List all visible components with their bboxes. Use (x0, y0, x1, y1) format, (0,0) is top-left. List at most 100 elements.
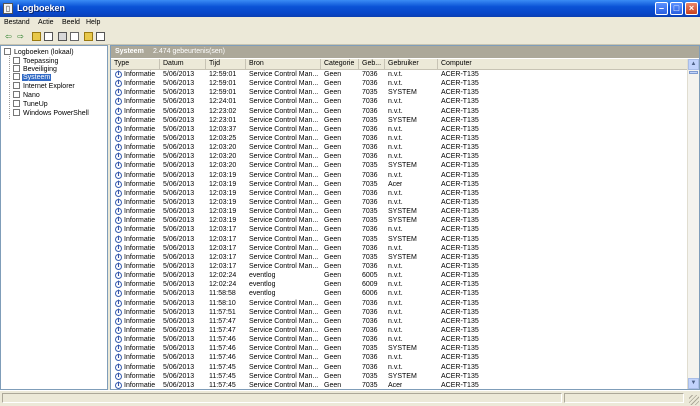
minimize-button[interactable]: – (655, 2, 668, 15)
close-button[interactable]: × (685, 2, 698, 15)
table-row[interactable]: i Informatie 5/06/2013 12:03:19 Service Cont… (111, 198, 689, 207)
show-hide-tree-icon[interactable] (44, 32, 53, 41)
cell-type: Informatie (124, 180, 156, 188)
panel-event-count: 2.474 gebeurtenis(sen) (153, 48, 225, 55)
cell-type: Informatie (124, 125, 156, 133)
forward-arrow-icon[interactable]: ⇨ (16, 32, 25, 41)
table-row[interactable]: i Informatie 5/06/2013 12:03:19 Service Cont… (111, 207, 689, 216)
title-bar[interactable]: ▯ Logboeken – □ × (0, 0, 700, 17)
information-icon: i (115, 153, 122, 161)
table-row[interactable]: i Informatie 5/06/2013 11:57:45 Service Cont… (111, 363, 689, 372)
table-row[interactable]: i Informatie 5/06/2013 12:03:17 Service Cont… (111, 253, 689, 262)
tree-root[interactable]: Logboeken (lokaal) (4, 48, 75, 57)
table-row[interactable]: i Informatie 5/06/2013 12:03:17 Service Cont… (111, 244, 689, 253)
tree-item-internet-explorer[interactable]: Internet Explorer (13, 82, 76, 91)
menu-actie[interactable]: Actie (38, 19, 54, 26)
table-row[interactable]: i Informatie 5/06/2013 12:02:24 eventlog Geen… (111, 280, 689, 289)
table-row[interactable]: i Informatie 5/06/2013 11:57:51 Service Cont… (111, 308, 689, 317)
table-row[interactable]: i Informatie 5/06/2013 12:03:19 Service Cont… (111, 216, 689, 225)
cell-type: Informatie (124, 89, 156, 97)
cell-tijd: 11:57:46 (209, 336, 236, 344)
cell-datum: 5/06/2013 (163, 235, 195, 243)
table-row[interactable]: i Informatie 5/06/2013 11:57:47 Service Cont… (111, 326, 689, 335)
tree-item-tuneup[interactable]: TuneUp (13, 100, 49, 109)
table-row[interactable]: i Informatie 5/06/2013 11:58:58 eventlog Geen… (111, 289, 689, 298)
table-row[interactable]: i Informatie 5/06/2013 11:57:45 Service Cont… (111, 372, 689, 381)
table-row[interactable]: i Informatie 5/06/2013 12:24:01 Service Cont… (111, 97, 689, 106)
table-row[interactable]: i Informatie 5/06/2013 12:03:19 Service Cont… (111, 180, 689, 189)
table-row[interactable]: i Informatie 5/06/2013 12:59:01 Service Cont… (111, 88, 689, 97)
resize-grip[interactable] (689, 395, 699, 405)
tree-item-systeem[interactable]: Systeem (13, 73, 52, 82)
log-icon (13, 57, 20, 64)
cell-computer: ACER-T135 (441, 262, 479, 270)
cell-bron: Service Control Man... (249, 80, 319, 88)
vertical-scrollbar[interactable]: ▲ ▼ (687, 59, 699, 389)
menu-beeld[interactable]: Beeld (62, 19, 80, 26)
up-folder-icon[interactable] (32, 32, 41, 41)
cell-event-id: 7035 (362, 235, 378, 243)
menu-bestand[interactable]: Bestand (4, 19, 30, 26)
table-row[interactable]: i Informatie 5/06/2013 11:57:46 Service Cont… (111, 344, 689, 353)
scroll-up-arrow-icon[interactable]: ▲ (688, 59, 699, 70)
cell-gebruiker: SYSTEM (388, 253, 417, 261)
column-header-type[interactable]: Type (111, 59, 160, 69)
table-row[interactable]: i Informatie 5/06/2013 12:03:37 Service Cont… (111, 125, 689, 134)
menu-help[interactable]: Help (86, 19, 100, 26)
cell-bron: Service Control Man... (249, 345, 319, 353)
cell-tijd: 11:57:47 (209, 326, 236, 334)
column-header-gebruiker[interactable]: Gebruiker (385, 59, 438, 69)
back-arrow-icon[interactable]: ⇦ (4, 32, 13, 41)
table-row[interactable]: i Informatie 5/06/2013 11:57:47 Service Cont… (111, 317, 689, 326)
cell-gebruiker: n.v.t. (388, 71, 403, 78)
table-row[interactable]: i Informatie 5/06/2013 12:23:02 Service Cont… (111, 107, 689, 116)
cell-type: Informatie (124, 354, 156, 362)
help-icon[interactable] (84, 32, 93, 41)
table-row[interactable]: i Informatie 5/06/2013 11:57:46 Service Cont… (111, 335, 689, 344)
table-row[interactable]: i Informatie 5/06/2013 12:03:19 Service Cont… (111, 171, 689, 180)
scroll-down-arrow-icon[interactable]: ▼ (688, 378, 699, 389)
table-row[interactable]: i Informatie 5/06/2013 12:03:19 Service Cont… (111, 189, 689, 198)
cell-bron: Service Control Man... (249, 235, 319, 243)
column-header-computer[interactable]: Computer (438, 59, 689, 69)
column-header-tijd[interactable]: Tijd (206, 59, 246, 69)
table-row[interactable]: i Informatie 5/06/2013 12:03:17 Service Cont… (111, 262, 689, 271)
column-header-bron[interactable]: Bron (246, 59, 321, 69)
cell-event-id: 7036 (362, 98, 378, 106)
cell-datum: 5/06/2013 (163, 317, 195, 325)
table-row[interactable]: i Informatie 5/06/2013 11:57:46 Service Cont… (111, 353, 689, 362)
scroll-thumb[interactable] (689, 71, 698, 74)
table-row[interactable]: i Informatie 5/06/2013 12:59:01 Service Cont… (111, 70, 689, 79)
table-row[interactable]: i Informatie 5/06/2013 12:03:17 Service Cont… (111, 225, 689, 234)
table-row[interactable]: i Informatie 5/06/2013 12:02:24 eventlog Geen… (111, 271, 689, 280)
export-list-icon[interactable] (58, 32, 67, 41)
maximize-button[interactable]: □ (670, 2, 683, 15)
tree-item-nano[interactable]: Nano (13, 91, 41, 100)
table-row[interactable]: i Informatie 5/06/2013 11:57:45 Service Cont… (111, 381, 689, 389)
cell-datum: 5/06/2013 (163, 116, 195, 124)
table-row[interactable]: i Informatie 5/06/2013 12:23:01 Service Cont… (111, 116, 689, 125)
properties-icon[interactable] (70, 32, 79, 41)
table-row[interactable]: i Informatie 5/06/2013 12:59:01 Service Cont… (111, 79, 689, 88)
table-row[interactable]: i Informatie 5/06/2013 12:03:25 Service Cont… (111, 134, 689, 143)
information-icon: i (115, 134, 122, 142)
column-header-gebeurtenis[interactable]: Geb... (359, 59, 385, 69)
cell-event-id: 7035 (362, 253, 378, 261)
cell-tijd: 12:03:20 (209, 144, 237, 152)
information-icon: i (115, 217, 122, 225)
table-row[interactable]: i Informatie 5/06/2013 12:03:17 Service Cont… (111, 235, 689, 244)
show-hide-action-pane-icon[interactable] (96, 32, 105, 41)
table-row[interactable]: i Informatie 5/06/2013 12:03:20 Service Cont… (111, 152, 689, 161)
cell-datum: 5/06/2013 (163, 272, 195, 280)
table-row[interactable]: i Informatie 5/06/2013 12:03:20 Service Cont… (111, 143, 689, 152)
column-header-categorie[interactable]: Categorie (321, 59, 359, 69)
cell-bron: Service Control Man... (249, 134, 319, 142)
cell-bron: Service Control Man... (249, 354, 319, 362)
column-header-datum[interactable]: Datum (160, 59, 206, 69)
tree-pane[interactable]: Logboeken (lokaal) Toepassing Beveiligin… (0, 45, 108, 390)
table-row[interactable]: i Informatie 5/06/2013 12:03:20 Service Cont… (111, 161, 689, 170)
table-row[interactable]: i Informatie 5/06/2013 11:58:10 Service Cont… (111, 299, 689, 308)
cell-categorie: Geen (324, 299, 342, 307)
cell-computer: ACER-T135 (441, 226, 479, 234)
tree-item-windows-powershell[interactable]: Windows PowerShell (13, 109, 90, 118)
